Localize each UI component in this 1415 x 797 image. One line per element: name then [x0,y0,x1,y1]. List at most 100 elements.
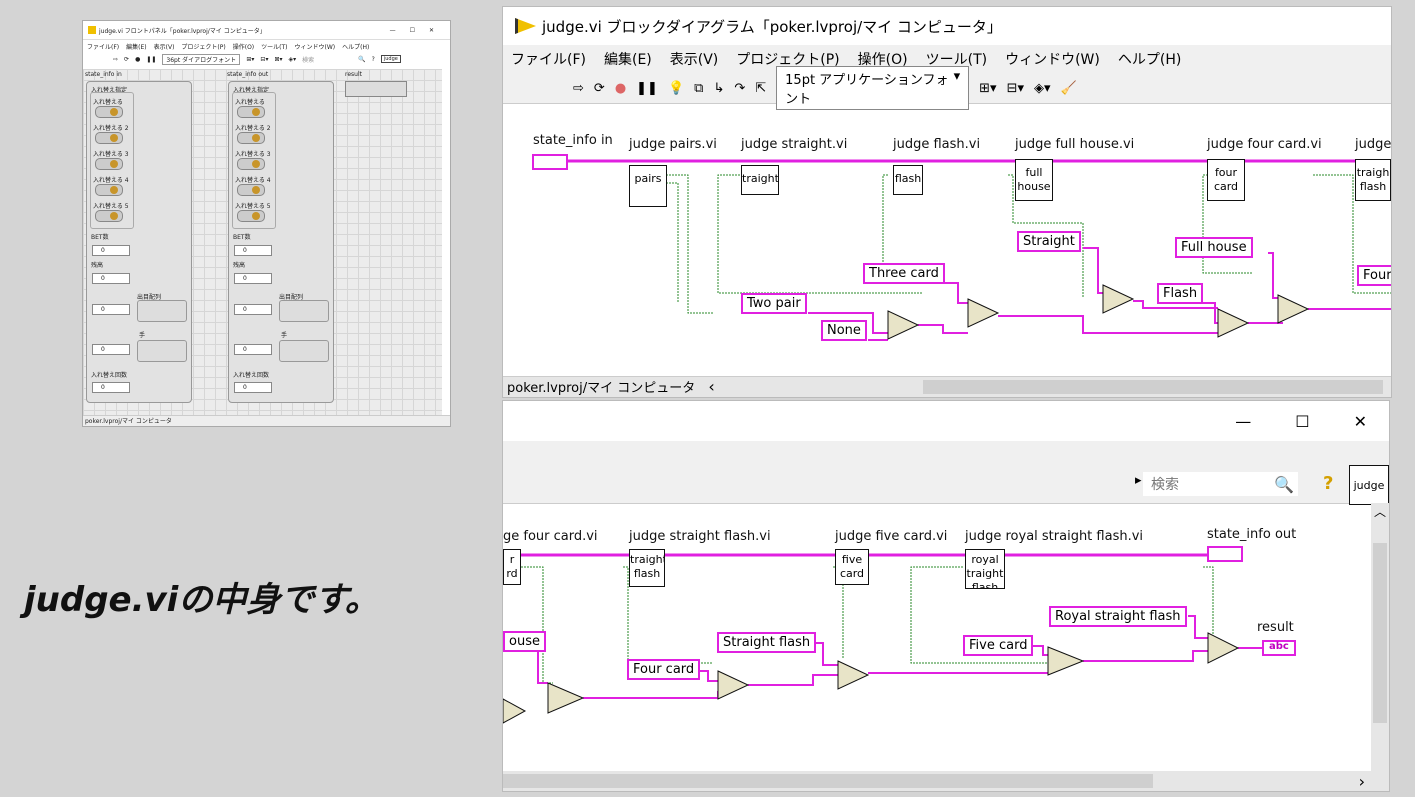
search-expand-icon[interactable]: ▸ [1135,473,1142,488]
cluster-in-numeric[interactable]: 0 [92,273,130,284]
scroll-up-icon[interactable]: ︿ [1371,503,1389,520]
font-select[interactable]: 36pt ダイアログフォント [162,53,241,65]
enum-constant[interactable]: Five card [963,635,1034,656]
cluster-out-deck-index[interactable]: 0 [234,304,272,315]
run-icon[interactable]: ⇨ [113,56,118,63]
cluster-in-toggle[interactable] [95,184,123,196]
maximize-icon[interactable]: ☐ [1295,412,1309,431]
search-icon[interactable]: 🔍 [358,56,365,63]
horizontal-scrollbar-thumb[interactable] [923,380,1383,394]
state-info-out-terminal[interactable] [1207,546,1243,562]
distribute-icon[interactable]: ⊟▾ [260,56,268,63]
cluster-out-toggle[interactable] [237,132,265,144]
subvi-icon[interactable]: traight [741,165,779,195]
fp-menu-item[interactable]: プロジェクト(P) [181,42,225,51]
enum-constant[interactable]: Four [1357,265,1392,286]
subvi-icon[interactable]: pairs [629,165,667,207]
horizontal-scrollbar-thumb[interactable] [503,774,1153,788]
cluster-out-toggle[interactable] [237,210,265,222]
scroll-left-icon[interactable]: ‹ [708,377,714,396]
cluster-in-deck-index[interactable]: 0 [92,304,130,315]
resize-icon[interactable]: ⊠▾ [274,56,282,63]
reorder-icon[interactable]: ◈▾ [1034,81,1051,96]
subvi-icon[interactable]: royal traight flash [965,549,1005,589]
subvi-icon[interactable]: five card [835,549,869,585]
cluster-in-toggle[interactable] [95,210,123,222]
enum-constant[interactable]: Straight flash [717,632,817,653]
vertical-scrollbar[interactable]: ︿ [1371,503,1389,771]
enum-constant[interactable]: Full house [1175,237,1253,258]
cluster-in-numeric[interactable]: 0 [92,245,130,256]
enum-constant[interactable]: Four card [627,659,701,680]
bd-menu-item[interactable]: ウィンドウ(W) [1005,49,1100,69]
subvi-icon[interactable]: full house [1015,159,1053,201]
cluster-out-toggle[interactable] [237,184,265,196]
cluster-out-swap-count[interactable]: 0 [234,382,272,393]
bd-bottom-hscrollbar[interactable]: › [503,771,1389,791]
step-into-icon[interactable]: ↳ [713,81,724,96]
reorder-icon[interactable]: ◈▾ [289,56,297,63]
help-icon[interactable]: ? [1323,473,1333,494]
retain-wire-icon[interactable]: ⧉ [694,81,703,96]
subvi-label: judge straight.vi [741,137,848,152]
cluster-in-toggle[interactable] [95,158,123,170]
minimize-icon[interactable]: — [1235,412,1251,431]
abort-icon[interactable]: ● [615,81,626,96]
subvi-icon[interactable]: r rd [503,549,521,585]
enum-constant[interactable]: Royal straight flash [1049,606,1187,627]
bd-menu-item[interactable]: ヘルプ(H) [1118,49,1181,69]
fp-menu-item[interactable]: 操作(O) [233,42,254,51]
cluster-out-numeric[interactable]: 0 [234,273,272,284]
fp-menu-item[interactable]: ファイル(F) [87,42,119,51]
enum-constant[interactable]: Two pair [741,293,807,314]
fp-menu-item[interactable]: ウィンドウ(W) [295,42,336,51]
bd-menu-item[interactable]: 編集(E) [604,49,652,69]
cluster-in-swap-count[interactable]: 0 [92,382,130,393]
enum-constant[interactable]: Straight [1017,231,1081,252]
pause-icon[interactable]: ❚❚ [636,81,658,96]
align-icon[interactable]: ⊞▾ [979,81,996,96]
run-continuous-icon[interactable]: ⟳ [124,56,129,63]
enum-constant[interactable]: ouse [503,631,546,652]
cluster-out-numeric[interactable]: 0 [234,245,272,256]
cluster-out-toggle[interactable] [237,158,265,170]
fp-menu-item[interactable]: 表示(V) [154,42,175,51]
search-input[interactable]: 検索 🔍 [1143,472,1298,496]
close-icon[interactable]: ✕ [1354,412,1367,431]
enum-constant[interactable]: None [821,320,867,341]
abort-icon[interactable]: ● [135,56,140,63]
subvi-icon[interactable]: traight flash [629,549,665,587]
window-controls[interactable]: —☐✕ [390,27,450,34]
subvi-icon[interactable]: flash [893,165,923,195]
enum-constant[interactable]: Flash [1157,283,1204,304]
cluster-out-hand-index[interactable]: 0 [234,344,272,355]
step-over-icon[interactable]: ↷ [734,81,745,96]
fp-menu-item[interactable]: ヘルプ(H) [342,42,369,51]
cluster-in-toggle[interactable] [95,132,123,144]
vertical-scrollbar-thumb[interactable] [1373,543,1387,723]
search-icon[interactable]: 🔍 [1274,475,1294,494]
highlight-execution-icon[interactable]: 💡 [668,81,684,96]
pause-icon[interactable]: ❚❚ [146,56,156,63]
distribute-icon[interactable]: ⊟▾ [1007,81,1024,96]
step-out-icon[interactable]: ⇱ [755,81,766,96]
run-icon[interactable]: ⇨ [573,81,584,96]
clean-up-icon[interactable]: 🧹 [1061,81,1077,96]
bd-menu-item[interactable]: 表示(V) [670,49,719,69]
cluster-in-hand-index[interactable]: 0 [92,344,130,355]
cluster-out-toggle[interactable] [237,106,265,118]
scroll-right-icon[interactable]: › [1359,772,1365,791]
state-info-in-terminal[interactable] [532,154,568,170]
enum-constant-text: Four [1363,268,1392,283]
fp-menu-item[interactable]: ツール(T) [261,42,287,51]
cluster-in-toggle[interactable] [95,106,123,118]
front-panel-search[interactable]: 検索 [302,55,314,64]
align-icon[interactable]: ⊞▾ [246,56,254,63]
fp-menu-item[interactable]: 編集(E) [126,42,146,51]
bd-menu-item[interactable]: ファイル(F) [511,49,586,69]
help-icon[interactable]: ? [372,56,375,63]
run-continuous-icon[interactable]: ⟳ [594,81,605,96]
subvi-icon[interactable]: four card [1207,159,1245,201]
enum-constant[interactable]: Three card [863,263,945,284]
subvi-icon[interactable]: traigh flash [1355,159,1391,201]
